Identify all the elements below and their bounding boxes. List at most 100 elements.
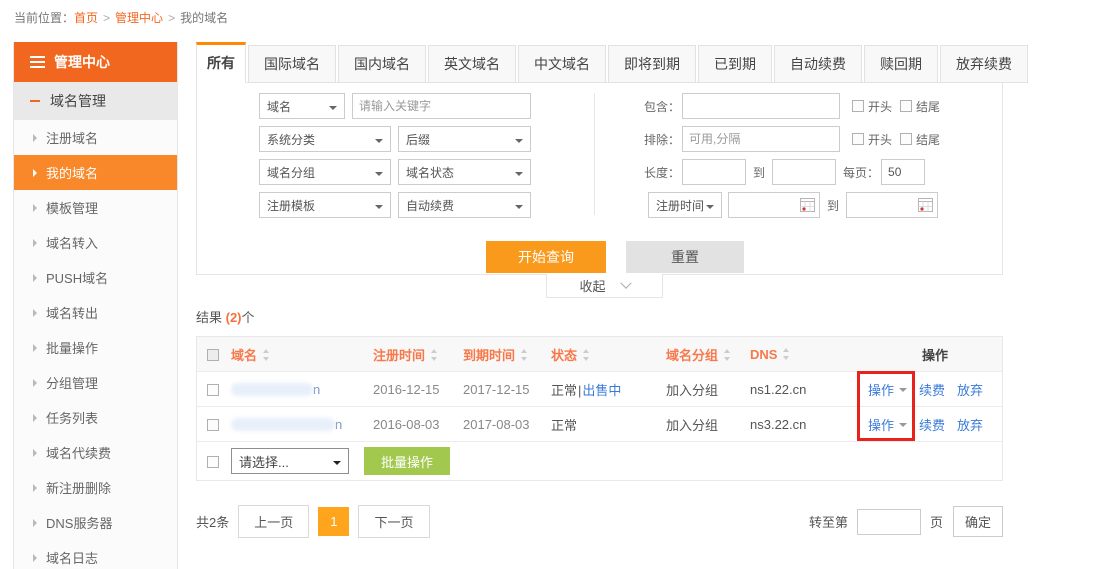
action-dropdown[interactable]: 操作 <box>868 415 894 434</box>
next-page-button[interactable]: 下一页 <box>358 505 430 538</box>
breadcrumb-link-home[interactable]: 首页 <box>74 11 98 25</box>
for-sale-link[interactable]: 出售中 <box>582 383 621 398</box>
date-from-field[interactable] <box>728 192 820 218</box>
tab-expired[interactable]: 已到期 <box>698 45 772 83</box>
checkbox-icon[interactable] <box>852 133 864 145</box>
tab-redemption-period[interactable]: 赎回期 <box>864 45 938 83</box>
date-to-field[interactable] <box>846 192 939 218</box>
goto-page-input[interactable] <box>856 508 921 535</box>
contains-input[interactable] <box>682 93 840 119</box>
triangle-icon <box>33 553 37 562</box>
column-header-expiry-date[interactable]: 到期时间 <box>463 345 551 364</box>
breadcrumb: 当前位置：首页 > 管理中心 > 我的域名 <box>0 0 1117 26</box>
domain-cell-redacted[interactable]: n <box>231 382 373 397</box>
sidebar-item-domain-renewal-agent[interactable]: 域名代续费 <box>14 435 177 470</box>
reset-button[interactable]: 重置 <box>626 241 744 273</box>
contains-starts-checkbox[interactable] <box>852 99 868 113</box>
chevron-down-icon <box>899 423 908 431</box>
join-group-link[interactable]: 加入分组 <box>666 380 750 399</box>
checkbox-icon[interactable] <box>900 133 913 145</box>
breadcrumb-link-center[interactable]: 管理中心 <box>115 11 163 25</box>
calendar-icon[interactable] <box>918 198 934 212</box>
contains-ends-checkbox[interactable] <box>900 99 916 113</box>
domain-status-select[interactable]: 域名状态 <box>398 159 531 185</box>
sort-arrows-icon[interactable] <box>519 348 528 361</box>
prev-page-button[interactable]: 上一页 <box>238 505 310 538</box>
sidebar-item-task-list[interactable]: 任务列表 <box>14 400 177 435</box>
sidebar-section-domain-management[interactable]: 域名管理 <box>14 82 177 120</box>
collapse-minus-icon <box>30 100 40 102</box>
sidebar-header[interactable]: 管理中心 <box>14 42 177 82</box>
sidebar-item-label: 域名日志 <box>46 551 99 566</box>
sidebar-item-domain-log[interactable]: 域名日志 <box>14 540 177 569</box>
tab-chinese-domains[interactable]: 中文域名 <box>518 45 606 83</box>
length-max-input[interactable] <box>772 159 837 185</box>
sidebar-item-group-management[interactable]: 分组管理 <box>14 365 177 400</box>
length-min-input[interactable] <box>682 159 746 185</box>
sidebar-item-push-domain[interactable]: PUSH域名 <box>14 260 177 295</box>
abandon-link[interactable]: 放弃 <box>957 415 983 434</box>
batch-operation-select[interactable]: 请选择... <box>231 448 349 474</box>
sort-arrows-icon[interactable] <box>781 347 790 360</box>
sidebar-item-domain-transfer-in[interactable]: 域名转入 <box>14 225 177 260</box>
calendar-icon[interactable] <box>800 198 815 212</box>
sidebar-item-template-management[interactable]: 模板管理 <box>14 190 177 225</box>
sort-arrows-icon[interactable] <box>722 348 731 361</box>
sidebar-item-domain-transfer-out[interactable]: 域名转出 <box>14 295 177 330</box>
renew-link[interactable]: 续费 <box>919 415 945 434</box>
checkbox-icon[interactable] <box>852 100 864 112</box>
main-content: 所有 国际域名 国内域名 英文域名 中文域名 即将到期 已到期 自动续费 赎回期… <box>196 42 1028 538</box>
sort-arrows-icon[interactable] <box>429 348 438 361</box>
search-button[interactable]: 开始查询 <box>486 241 606 273</box>
sidebar-item-my-domains[interactable]: 我的域名 <box>14 155 177 190</box>
sidebar-item-new-registration-delete[interactable]: 新注册删除 <box>14 470 177 505</box>
sort-arrows-icon[interactable] <box>581 348 590 361</box>
select-all-checkbox[interactable] <box>207 348 219 361</box>
auto-renew-select[interactable]: 自动续费 <box>398 192 531 218</box>
select-value: 系统分类 <box>267 132 316 147</box>
keyword-input[interactable] <box>352 93 531 119</box>
sidebar-item-label: 批量操作 <box>46 341 99 356</box>
column-header-domain[interactable]: 域名 <box>231 345 373 364</box>
column-header-status[interactable]: 状态 <box>551 345 666 364</box>
batch-operation-button[interactable]: 批量操作 <box>364 447 451 475</box>
suffix-select[interactable]: 后缀 <box>398 126 531 152</box>
domain-group-select[interactable]: 域名分组 <box>259 159 391 185</box>
column-header-group[interactable]: 域名分组 <box>666 345 750 364</box>
row-checkbox[interactable] <box>207 418 219 431</box>
breadcrumb-separator: > <box>168 11 176 25</box>
batch-checkbox[interactable] <box>207 455 219 468</box>
tab-english-domains[interactable]: 英文域名 <box>428 45 516 83</box>
current-page-indicator[interactable]: 1 <box>318 507 350 536</box>
column-header-registration-date[interactable]: 注册时间 <box>373 345 463 364</box>
tab-domestic-domains[interactable]: 国内域名 <box>338 45 426 83</box>
time-field-select[interactable]: 注册时间 <box>648 192 722 218</box>
row-checkbox[interactable] <box>207 383 219 396</box>
domain-cell-redacted[interactable]: n <box>231 417 373 432</box>
checkbox-icon[interactable] <box>900 100 913 112</box>
exclude-input[interactable] <box>682 126 840 152</box>
tab-international-domains[interactable]: 国际域名 <box>248 45 336 83</box>
expiry-date: 2017-12-15 <box>463 381 530 397</box>
join-group-link[interactable]: 加入分组 <box>666 415 750 434</box>
tab-abandon-renewal[interactable]: 放弃续费 <box>940 45 1028 83</box>
collapse-panel-toggle[interactable]: 收起 <box>546 274 663 298</box>
renew-link[interactable]: 续费 <box>919 380 945 399</box>
abandon-link[interactable]: 放弃 <box>957 380 983 399</box>
sidebar-item-batch-operations[interactable]: 批量操作 <box>14 330 177 365</box>
tab-expiring-soon[interactable]: 即将到期 <box>608 45 696 83</box>
tab-auto-renew[interactable]: 自动续费 <box>774 45 862 83</box>
registration-template-select[interactable]: 注册模板 <box>259 192 391 218</box>
per-page-input[interactable] <box>881 159 926 185</box>
confirm-button[interactable]: 确定 <box>952 506 1003 537</box>
tab-all[interactable]: 所有 <box>196 42 246 83</box>
sidebar-item-register-domain[interactable]: 注册域名 <box>14 120 177 155</box>
sort-arrows-icon[interactable] <box>261 348 270 361</box>
exclude-ends-checkbox[interactable] <box>900 132 916 146</box>
search-field-select[interactable]: 域名 <box>259 93 345 119</box>
exclude-starts-checkbox[interactable] <box>852 132 868 146</box>
sidebar-item-dns-server[interactable]: DNS服务器 <box>14 505 177 540</box>
action-dropdown[interactable]: 操作 <box>868 380 894 399</box>
system-category-select[interactable]: 系统分类 <box>259 126 391 152</box>
column-header-dns[interactable]: DNS <box>750 347 860 362</box>
